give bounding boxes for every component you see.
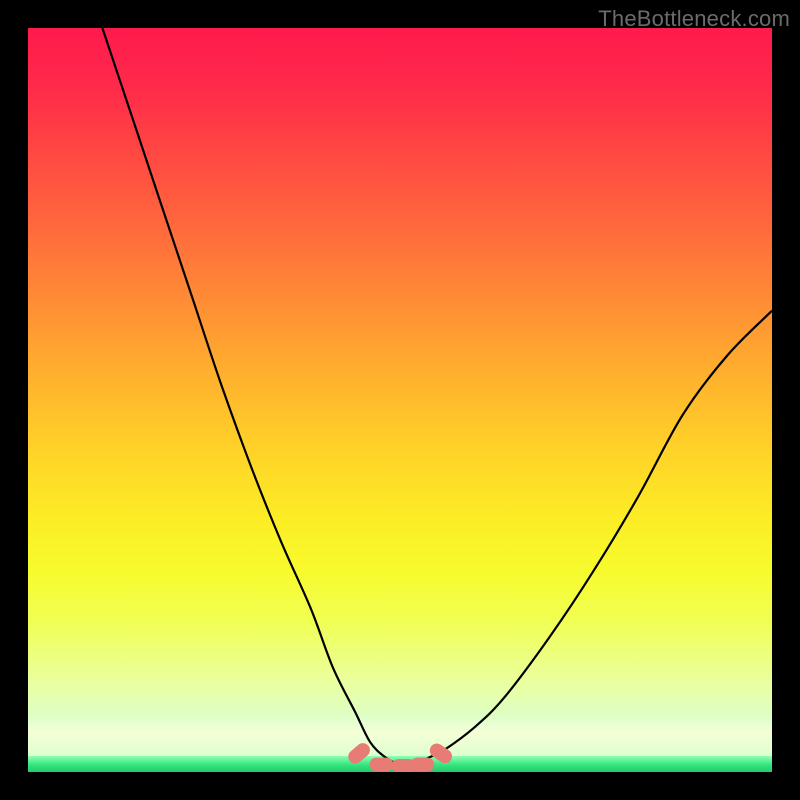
min-segment-4	[410, 758, 434, 772]
plot-area	[28, 28, 772, 772]
chart-frame: TheBottleneck.com	[0, 0, 800, 800]
min-markers	[345, 740, 454, 772]
bottleneck-curve	[102, 28, 772, 766]
watermark-text: TheBottleneck.com	[598, 6, 790, 32]
min-segment-2	[369, 758, 393, 772]
min-segment-1	[345, 740, 372, 766]
curve-layer	[28, 28, 772, 772]
